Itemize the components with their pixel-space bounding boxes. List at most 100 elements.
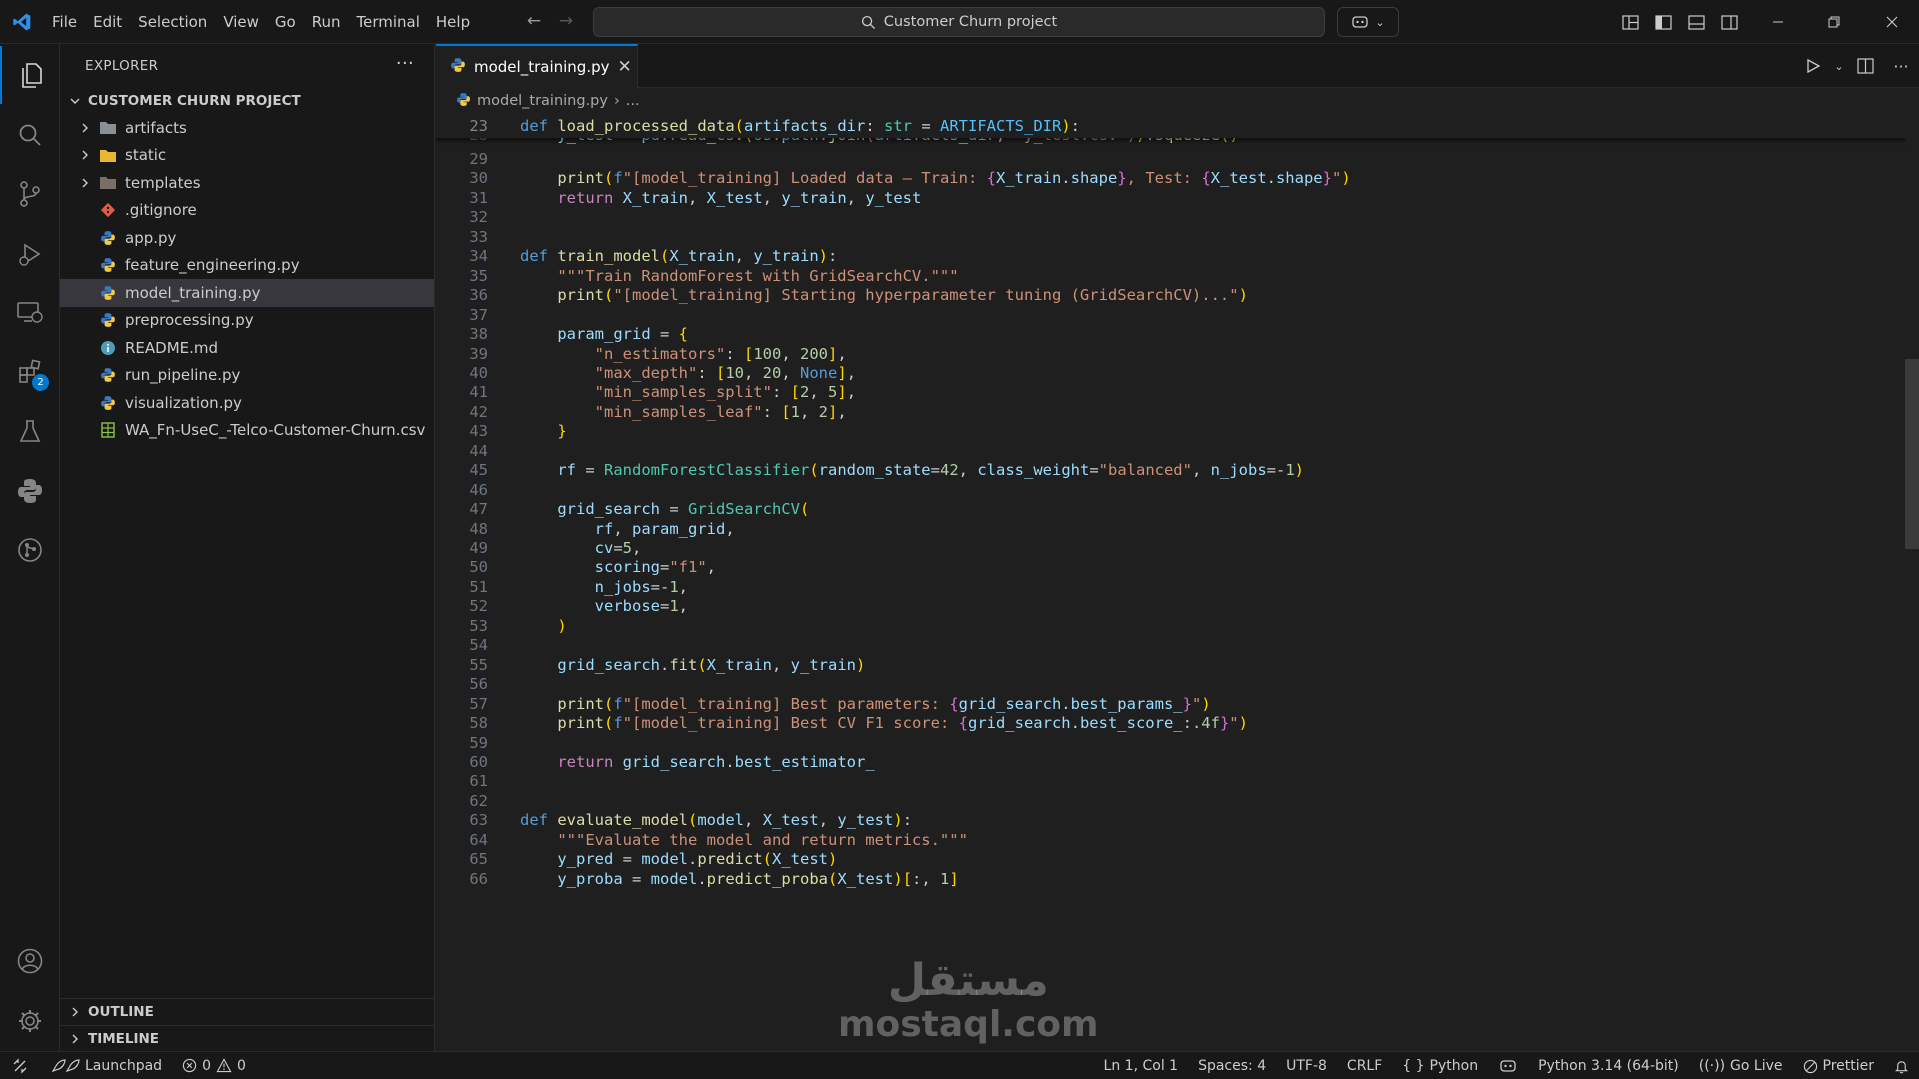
back-arrow-icon[interactable]: ← [518,11,550,31]
run-options-chevron-icon[interactable]: ⌄ [1831,60,1847,73]
remote-explorer-activity[interactable] [0,284,60,342]
chevron-down-icon: ⌄ [1375,15,1385,29]
more-actions-icon[interactable]: ··· [396,53,414,74]
chevron-right-icon [66,1033,84,1045]
minimize-button[interactable] [1750,0,1805,44]
breadcrumb-file[interactable]: model_training.py [477,93,608,109]
end-of-line[interactable]: CRLF [1337,1052,1392,1079]
copilot-status[interactable] [1488,1052,1528,1079]
files-icon [22,63,42,88]
problems-item[interactable]: 0 0 [172,1052,256,1079]
customize-layout-icon[interactable] [1614,14,1647,30]
code-line: y_proba = model.predict_proba(X_test)[:,… [557,870,959,888]
source-control-activity[interactable] [0,165,60,223]
scrollbar-thumb[interactable] [1905,359,1919,549]
cursor-position[interactable]: Ln 1, Col 1 [1094,1052,1189,1079]
line-number: 66 [469,870,488,888]
python-icon [98,256,118,274]
menu-bar: File Edit Selection View Go Run Terminal… [44,0,478,44]
prettier-label: Prettier [1822,1058,1875,1074]
accounts-activity[interactable] [0,932,60,990]
git-graph-activity[interactable] [0,521,60,579]
close-tab-icon[interactable]: ✕ [617,57,631,77]
tree-file[interactable]: visualization.py [60,389,434,417]
remote-indicator[interactable] [0,1052,40,1079]
launchpad-item[interactable]: Launchpad [40,1052,172,1079]
watermark-latin: mostaql.com [838,1004,1099,1045]
toggle-primary-sidebar-icon[interactable] [1647,14,1680,30]
code-editor[interactable]: 23 def load_processed_data(artifacts_dir… [436,114,1906,1051]
sticky-code-line: def load_processed_data(artifacts_dir: s… [520,117,1081,135]
editor-more-actions-icon[interactable]: ··· [1883,57,1919,76]
breadcrumb-more[interactable]: ... [626,93,640,109]
csv-icon [98,421,118,439]
code-line: } [557,422,567,440]
run-python-file-icon[interactable] [1795,58,1831,74]
tree-file[interactable]: preprocessing.py [60,307,434,335]
testing-activity[interactable] [0,402,60,460]
tree-item-label: README.md [125,338,219,357]
code-line: print("[model_training] Starting hyperpa… [557,286,1248,304]
tree-file[interactable]: run_pipeline.py [60,362,434,390]
python-interpreter[interactable]: Python 3.14 (64-bit) [1528,1052,1689,1079]
tree-file[interactable]: feature_engineering.py [60,252,434,280]
python-activity[interactable] [0,462,60,520]
toggle-secondary-sidebar-icon[interactable] [1713,14,1746,30]
tree-item-label: run_pipeline.py [125,366,241,385]
broadcast-icon: ((·)) [1698,1058,1726,1074]
prettier-item[interactable]: Prettier [1793,1052,1885,1079]
menu-view[interactable]: View [215,0,267,44]
folder-icon [98,119,118,137]
tree-file[interactable]: .gitignore [60,197,434,225]
tree-folder[interactable]: static [60,142,434,170]
menu-selection[interactable]: Selection [130,0,215,44]
menu-file[interactable]: File [44,0,85,44]
forward-arrow-icon[interactable]: → [550,11,582,31]
tree-item-label: visualization.py [125,393,242,412]
copilot-menu-button[interactable]: ⌄ [1337,7,1399,37]
tab-model-training[interactable]: model_training.py ✕ [436,44,638,88]
split-editor-icon[interactable] [1847,58,1883,74]
manage-activity[interactable] [0,992,60,1050]
tree-item-label: templates [125,173,201,192]
editor-area: model_training.py ✕ ⌄ ··· model_training… [436,44,1919,1051]
tree-file[interactable]: WA_Fn-UseC_-Telco-Customer-Churn.csv [60,417,434,445]
prettier-disabled-icon [1803,1059,1817,1073]
close-window-button[interactable] [1864,0,1919,44]
search-activity[interactable] [0,106,60,164]
file-tree: artifacts static templates .gitignore app.py… [60,114,434,444]
language-mode[interactable]: { } Python [1392,1052,1488,1079]
extensions-activity[interactable]: 2 [0,343,60,401]
explorer-activity[interactable] [0,46,60,104]
vertical-scrollbar[interactable] [1905,114,1919,1051]
menu-go[interactable]: Go [267,0,304,44]
tree-folder[interactable]: artifacts [60,114,434,142]
outline-section[interactable]: OUTLINE [60,998,435,1025]
tree-file[interactable]: README.md [60,334,434,362]
tree-file[interactable]: model_training.py [60,279,434,307]
command-center-search[interactable]: Customer Churn project [593,7,1325,37]
toggle-panel-icon[interactable] [1680,14,1713,30]
timeline-label: TIMELINE [88,1031,160,1047]
chevron-down-icon [66,95,84,107]
tree-folder[interactable]: templates [60,169,434,197]
notifications-item[interactable] [1884,1052,1919,1079]
code-line: print(f"[model_training] Best CV F1 scor… [557,714,1248,732]
menu-run[interactable]: Run [304,0,349,44]
code-line: return X_train, X_test, y_train, y_test [557,189,922,207]
breadcrumb: model_training.py › ... [436,88,1919,114]
restore-button[interactable] [1806,0,1861,44]
menu-terminal[interactable]: Terminal [349,0,428,44]
menu-help[interactable]: Help [428,0,478,44]
encoding[interactable]: UTF-8 [1276,1052,1337,1079]
go-live-item[interactable]: ((·)) Go Live [1689,1052,1793,1079]
sticky-scroll-line[interactable]: 23 def load_processed_data(artifacts_dir… [436,114,1906,138]
go-live-label: Go Live [1730,1058,1783,1074]
run-debug-activity[interactable] [0,225,60,283]
tree-file[interactable]: app.py [60,224,434,252]
timeline-section[interactable]: TIMELINE [60,1025,435,1052]
indentation[interactable]: Spaces: 4 [1188,1052,1276,1079]
menu-edit[interactable]: Edit [85,0,130,44]
error-count: 0 [202,1057,211,1074]
project-folder-header[interactable]: CUSTOMER CHURN PROJECT [60,88,434,114]
